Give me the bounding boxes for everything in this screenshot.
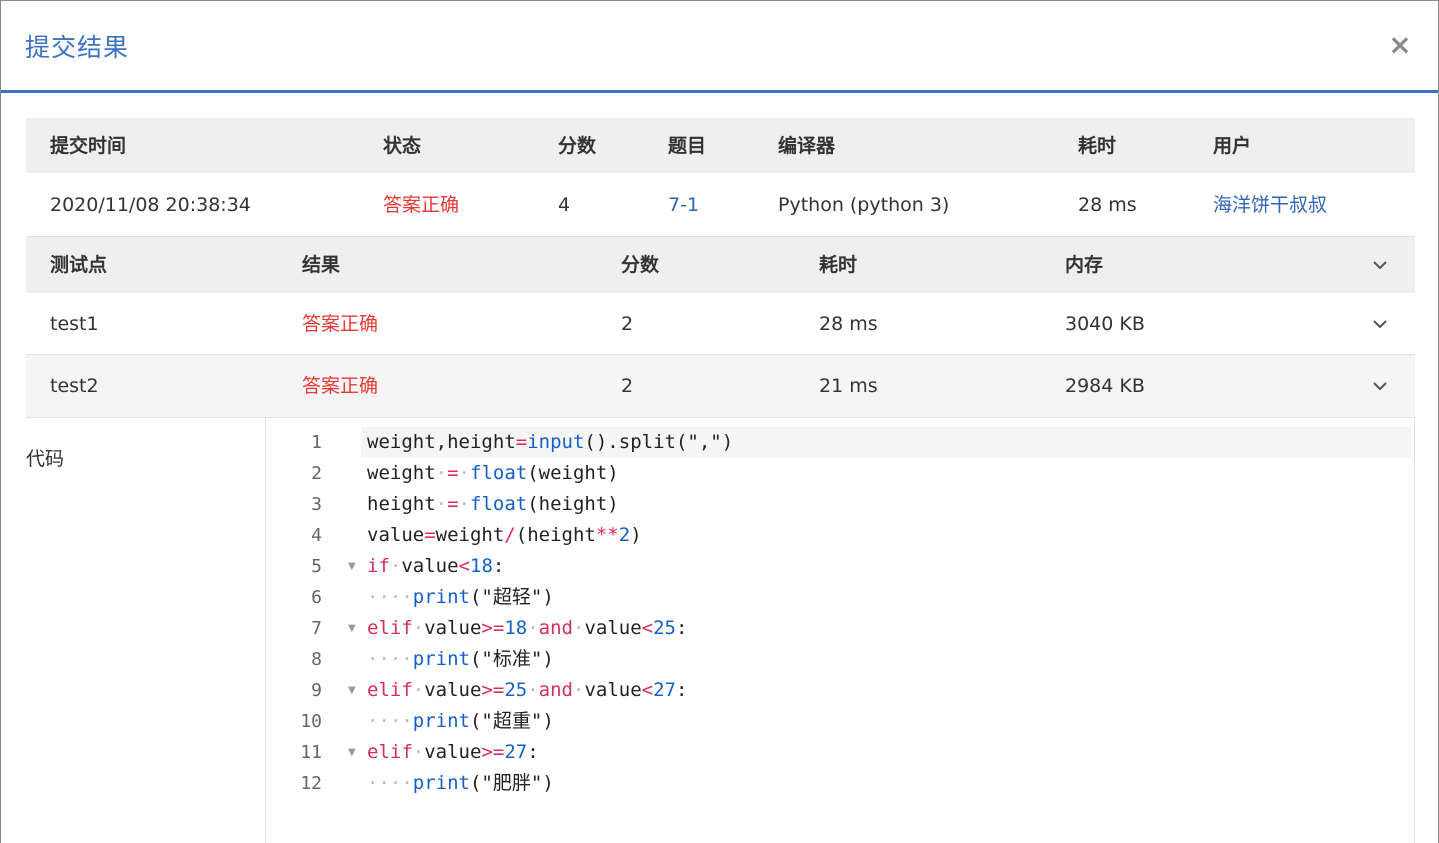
test-memory: 2984 KB	[1065, 375, 1145, 397]
header-submit-time: 提交时间	[50, 135, 127, 157]
fold-arrow-icon[interactable]: ▼	[348, 675, 358, 706]
header-test-score: 分数	[621, 254, 660, 276]
dialog-header: 提交结果 ×	[1, 1, 1438, 93]
code-line: ····print("肥胖")	[367, 772, 554, 794]
header-test-time: 耗时	[819, 254, 858, 276]
code-line: ····print("标准")	[367, 648, 554, 670]
header-score: 分数	[558, 135, 597, 157]
line-number: 8	[311, 649, 322, 670]
chevron-down-icon[interactable]	[1371, 256, 1389, 274]
status-badge: 答案正确	[383, 194, 460, 216]
line-number: 7	[311, 618, 322, 639]
header-status: 状态	[383, 135, 422, 157]
code-label: 代码	[26, 448, 65, 470]
code-line: weight·=·float(weight)	[367, 462, 619, 484]
test-row[interactable]: test2 答案正确 2 21 ms 2984 KB	[26, 355, 1415, 418]
header-compiler: 编译器	[778, 135, 836, 157]
fold-arrow-icon[interactable]: ▼	[348, 737, 358, 768]
code-editor[interactable]: 1 2 3 4 5 ▼ 6 7 ▼ 8 9 ▼ 10 11 ▼ 12 weight,height=input(…	[265, 418, 1415, 843]
elapsed: 28 ms	[1078, 194, 1137, 216]
close-icon[interactable]: ×	[1386, 31, 1414, 59]
test-result: 答案正确	[302, 375, 379, 397]
problem-link[interactable]: 7-1	[668, 193, 699, 217]
test-row[interactable]: test1 答案正确 2 28 ms 3040 KB	[26, 293, 1415, 355]
line-number: 11	[300, 742, 322, 763]
code-line: height·=·float(height)	[367, 493, 619, 515]
test-result: 答案正确	[302, 313, 379, 335]
code-line: if·value<18:	[367, 555, 505, 577]
line-number: 5	[311, 556, 322, 577]
header-user: 用户	[1213, 135, 1252, 157]
code-line: ····print("超重")	[367, 710, 554, 732]
line-number: 3	[311, 494, 322, 515]
chevron-down-icon[interactable]	[1371, 315, 1389, 333]
summary-row: 2020/11/08 20:38:34 答案正确 4 7-1 Python (p…	[26, 173, 1415, 237]
dialog-title: 提交结果	[25, 33, 130, 62]
line-number: 9	[311, 680, 322, 701]
line-number: 10	[300, 711, 322, 732]
submit-time: 2020/11/08 20:38:34	[50, 194, 251, 216]
test-name: test2	[50, 375, 99, 397]
header-result: 结果	[302, 254, 341, 276]
compiler: Python (python 3)	[778, 194, 950, 216]
line-number: 6	[311, 587, 322, 608]
header-problem: 题目	[668, 135, 707, 157]
code-area[interactable]: weight,height=input().split(",") weight·=…	[361, 418, 1414, 843]
line-number: 1	[311, 432, 322, 453]
code-line: weight,height=input().split(",")	[367, 431, 734, 453]
score: 4	[558, 194, 571, 216]
user-link[interactable]: 海洋饼干叔叔	[1213, 193, 1327, 217]
fold-arrow-icon[interactable]: ▼	[348, 613, 358, 644]
test-memory: 3040 KB	[1065, 313, 1145, 335]
test-time: 28 ms	[819, 313, 878, 335]
code-line: value=weight/(height**2)	[367, 524, 642, 546]
header-memory: 内存	[1065, 254, 1104, 276]
test-time: 21 ms	[819, 375, 878, 397]
header-test-point: 测试点	[50, 254, 108, 276]
test-name: test1	[50, 313, 99, 335]
summary-header-row: 提交时间 状态 分数 题目 编译器 耗时 用户	[26, 118, 1415, 173]
line-number-gutter: 1 2 3 4 5 ▼ 6 7 ▼ 8 9 ▼ 10 11 ▼ 12	[266, 418, 361, 843]
test-score: 2	[621, 313, 634, 335]
line-number: 2	[311, 463, 322, 484]
code-line: elif·value>=27:	[367, 741, 539, 763]
submission-result-dialog: 提交结果 × 提交时间 状态 分数 题目 编译器 耗时 用户 2020/11/0…	[0, 0, 1439, 843]
chevron-down-icon[interactable]	[1371, 377, 1389, 395]
tests-header-row: 测试点 结果 分数 耗时 内存	[26, 237, 1415, 293]
code-line: ····print("超轻")	[367, 586, 554, 608]
fold-arrow-icon[interactable]: ▼	[348, 551, 358, 582]
header-elapsed: 耗时	[1078, 135, 1117, 157]
code-line: elif·value>=18·and·value<25:	[367, 617, 688, 639]
line-number: 4	[311, 525, 322, 546]
test-score: 2	[621, 375, 634, 397]
line-number: 12	[300, 773, 322, 794]
code-line: elif·value>=25·and·value<27:	[367, 679, 688, 701]
